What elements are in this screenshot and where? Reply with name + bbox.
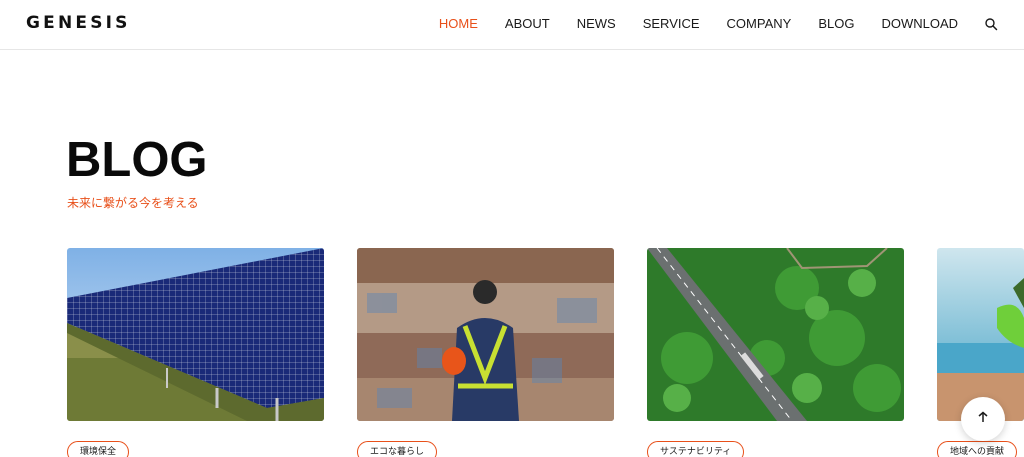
- solar-panels-photo[interactable]: [67, 248, 324, 421]
- nav-news[interactable]: NEWS: [577, 16, 616, 32]
- blog-card[interactable]: 地域への貢献: [937, 248, 1024, 457]
- category-tag[interactable]: サステナビリティ: [647, 441, 745, 457]
- recycling-worker-photo[interactable]: [357, 248, 614, 421]
- nav-service[interactable]: SERVICE: [643, 16, 700, 32]
- blog-card[interactable]: エコな暮らし: [357, 248, 614, 457]
- aerial-forest-road-photo[interactable]: [647, 248, 904, 421]
- arrow-up-icon: [977, 410, 989, 428]
- category-tag[interactable]: 環境保全: [67, 441, 130, 457]
- nav-download[interactable]: DOWNLOAD: [881, 16, 958, 32]
- nav-company[interactable]: COMPANY: [727, 16, 792, 32]
- search-icon[interactable]: [984, 17, 998, 31]
- nav-about[interactable]: ABOUT: [505, 16, 550, 32]
- site-logo[interactable]: GENESIS: [26, 13, 131, 33]
- category-tag[interactable]: 地域への貢献: [937, 441, 1018, 457]
- site-header: GENESIS HOME ABOUT NEWS SERVICE COMPANY …: [0, 0, 1024, 50]
- page-title: BLOG: [66, 133, 208, 187]
- category-tag[interactable]: エコな暮らし: [357, 441, 438, 457]
- blog-card[interactable]: 環境保全: [67, 248, 324, 457]
- gloved-hand-seedling-photo[interactable]: [937, 248, 1024, 421]
- page-subtitle: 未来に繋がる今を考える: [67, 196, 199, 210]
- main-nav: HOME ABOUT NEWS SERVICE COMPANY BLOG DOW…: [412, 16, 958, 32]
- scroll-to-top-button[interactable]: [961, 397, 1005, 441]
- blog-card[interactable]: サステナビリティ: [647, 248, 904, 457]
- nav-home[interactable]: HOME: [439, 16, 478, 32]
- nav-blog[interactable]: BLOG: [818, 16, 854, 32]
